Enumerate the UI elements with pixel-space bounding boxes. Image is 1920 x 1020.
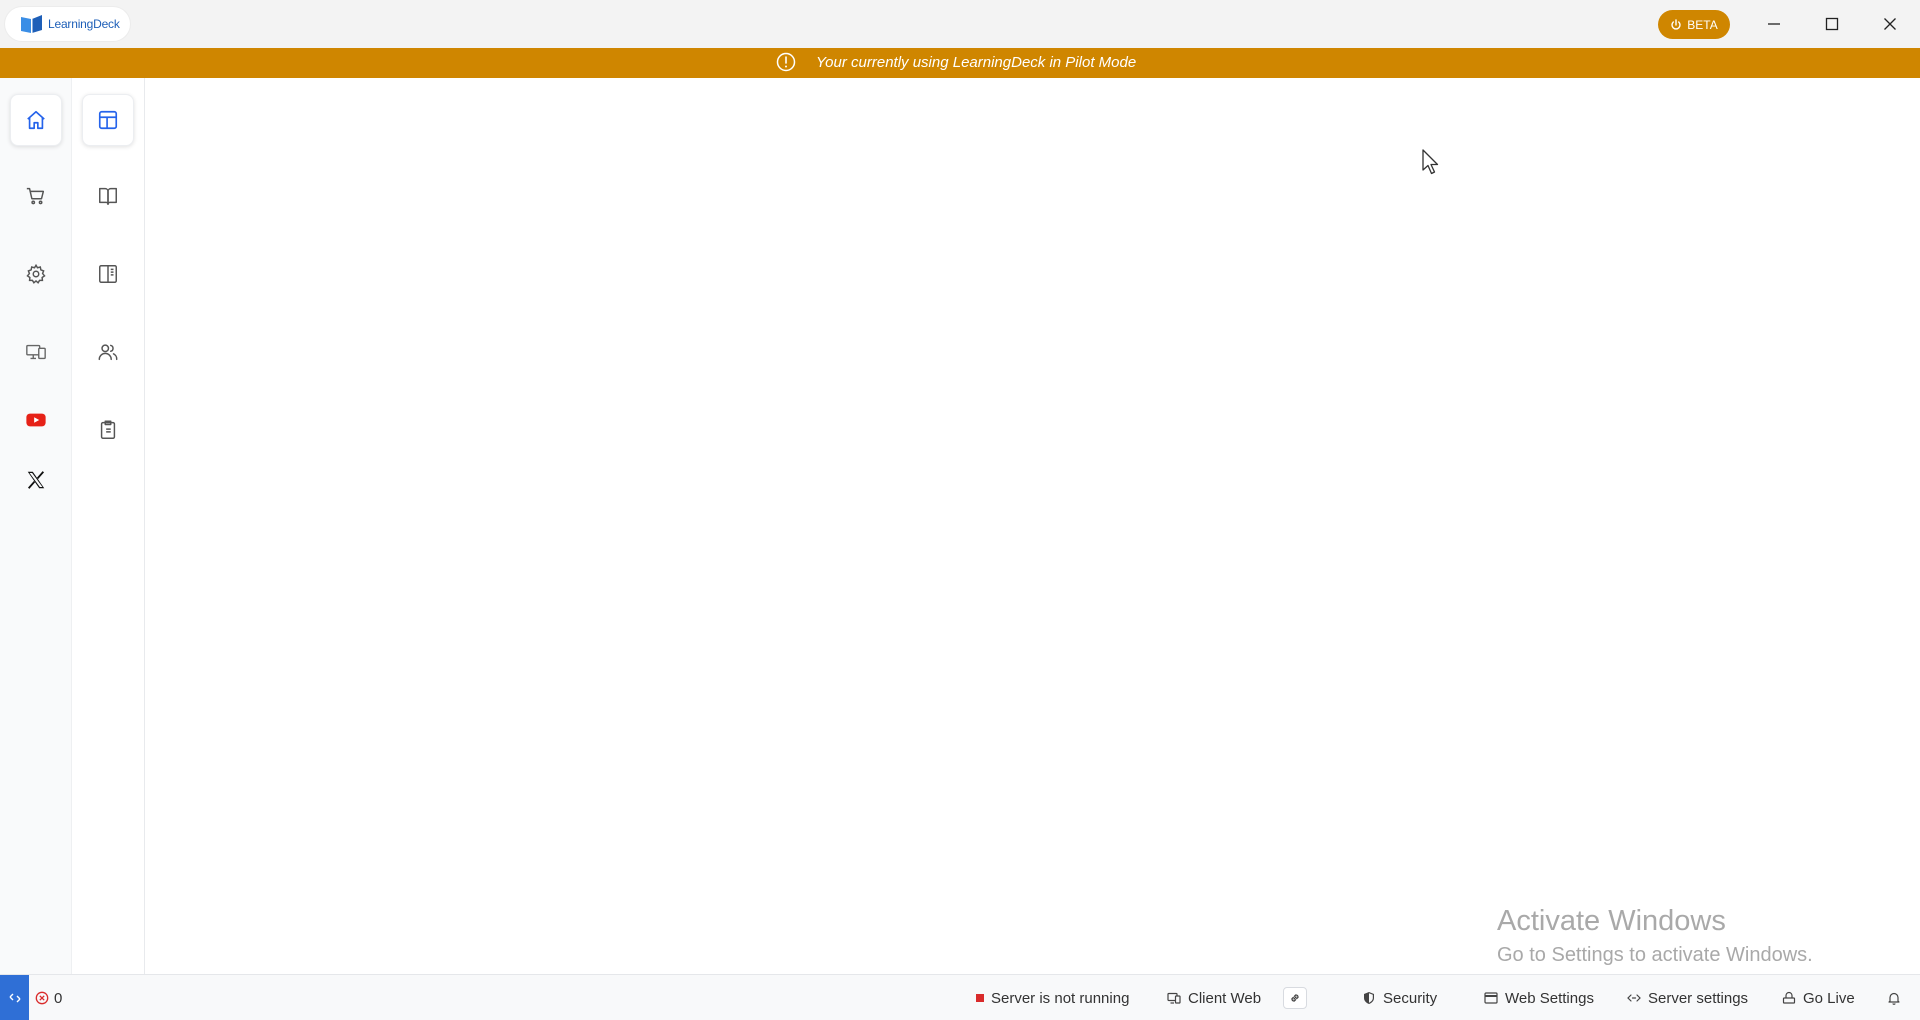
nav-home[interactable] [10,94,62,146]
link-icon [1291,994,1299,1002]
app-logo: LearningDeck [5,7,130,41]
error-count: 0 [54,989,63,1007]
layout-icon [98,110,118,130]
remote-connection-icon [9,993,20,1003]
banner-message: Your currently using LearningDeck in Pil… [816,54,1137,71]
beta-label: BETA [1687,17,1718,32]
bell-icon [1888,992,1900,1005]
activate-windows-watermark: Activate Windows Go to Settings to activ… [1497,905,1813,967]
nav-library[interactable] [82,170,134,222]
cart-icon [26,187,45,205]
devices-icon [1167,992,1181,1004]
home-icon [27,110,45,130]
go-live-label: Go Live [1803,989,1855,1007]
broadcast-icon [1782,991,1796,1004]
minimize-icon [1768,23,1780,25]
x-logo-icon [27,471,45,489]
security-label: Security [1383,989,1438,1007]
close-button[interactable] [1861,0,1919,48]
security-button[interactable]: Security [1362,975,1437,1020]
gear-icon [26,263,46,284]
primary-sidebar [0,78,72,1020]
minimize-button[interactable] [1745,0,1803,48]
nav-store[interactable] [10,170,62,222]
watermark-subtitle: Go to Settings to activate Windows. [1497,944,1813,966]
nav-reports[interactable] [82,404,134,456]
beta-badge[interactable]: BETA [1658,10,1730,39]
client-web-label: Client Web [1188,989,1262,1007]
warning-icon [776,52,796,72]
nav-youtube[interactable] [10,394,62,446]
users-icon [98,344,118,361]
nav-dashboard[interactable] [82,94,134,146]
devices-icon [26,344,46,360]
mouse-cursor-icon [1422,149,1439,175]
copy-link-button[interactable] [1283,987,1307,1009]
server-settings-button[interactable]: Server settings [1627,975,1748,1020]
browser-window-icon [1484,992,1498,1004]
nav-users[interactable] [82,326,134,378]
stop-status-icon [976,994,984,1002]
server-status[interactable]: Server is not running [976,975,1129,1020]
status-bar: 0 Server is not running Client Web Secur… [0,974,1920,1020]
nav-x[interactable] [10,454,62,506]
power-icon [1671,18,1681,30]
title-bar: LearningDeck BETA [0,0,1920,48]
code-arrows-icon [1627,994,1641,1002]
close-icon [1884,18,1896,30]
maximize-button[interactable] [1803,0,1861,48]
maximize-icon [1825,17,1839,31]
web-settings-button[interactable]: Web Settings [1484,975,1594,1020]
error-circle-icon [35,991,49,1005]
book-sidebar-icon [99,265,117,283]
shield-icon [1364,992,1374,1004]
secondary-sidebar [72,78,145,974]
book-logo-icon [21,15,42,33]
clipboard-icon [100,420,116,439]
remote-button[interactable] [0,975,29,1020]
web-settings-label: Web Settings [1505,989,1594,1007]
main-content [145,78,1920,974]
notifications-button[interactable] [1887,975,1901,1020]
error-counter[interactable]: 0 [35,975,62,1020]
app-name: LearningDeck [48,17,120,31]
nav-devices[interactable] [10,326,62,378]
nav-courses[interactable] [82,248,134,300]
watermark-title: Activate Windows [1497,905,1726,937]
client-web-button[interactable]: Client Web [1167,975,1261,1020]
book-open-icon [99,187,117,205]
server-status-text: Server is not running [991,989,1130,1007]
youtube-icon [26,413,46,427]
nav-settings[interactable] [10,248,62,300]
pilot-mode-banner: Your currently using LearningDeck in Pil… [0,48,1920,78]
go-live-button[interactable]: Go Live [1782,975,1855,1020]
server-settings-label: Server settings [1648,989,1749,1007]
